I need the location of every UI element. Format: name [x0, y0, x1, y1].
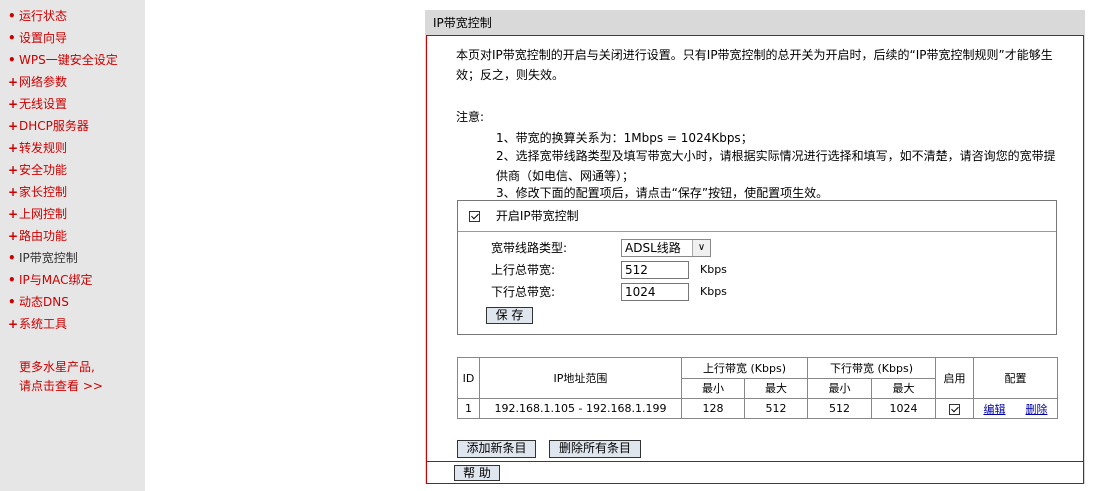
note-heading: 注意:: [456, 110, 485, 124]
cell-enable: [935, 398, 974, 419]
table-row: 1 192.168.1.105 - 192.168.1.199 128 512 …: [457, 398, 1058, 419]
download-bandwidth-input[interactable]: 1024: [621, 283, 689, 301]
download-label: 下行总带宽:: [491, 285, 556, 299]
cell-up-min: 128: [681, 398, 745, 419]
delete-all-button[interactable]: 删除所有条目: [549, 440, 641, 458]
sidebar-item-ddns[interactable]: • 动态DNS: [0, 291, 145, 313]
row-enable-checkbox[interactable]: [949, 403, 960, 415]
sidebar-item-ip-mac-binding[interactable]: • IP与MAC绑定: [0, 269, 145, 291]
sidebar-item-security[interactable]: +安全功能: [0, 159, 145, 181]
sidebar-item-parental[interactable]: +家长控制: [0, 181, 145, 203]
sidebar-item-wizard[interactable]: • 设置向导: [0, 27, 145, 49]
upload-bandwidth-input[interactable]: 512: [621, 261, 689, 279]
col-header-down-min: 最小: [807, 377, 872, 399]
cell-down-min: 512: [807, 398, 872, 419]
edit-link[interactable]: 编辑: [984, 403, 1006, 416]
col-header-up-min: 最小: [681, 377, 745, 399]
line-type-select[interactable]: ADSL线路 ∨: [621, 239, 711, 257]
upload-unit: Kbps: [700, 263, 727, 276]
sidebar-item-routing[interactable]: +路由功能: [0, 225, 145, 247]
col-header-config: 配置: [973, 357, 1058, 399]
sidebar-menu: • 运行状态 • 设置向导 • WPS一键安全设定 +网络参数 +无线设置 +DHCP…: [0, 0, 145, 335]
enable-checkbox[interactable]: [469, 211, 480, 222]
cell-id: 1: [457, 398, 480, 419]
enable-row: 开启IP带宽控制: [458, 201, 1056, 232]
bandwidth-rules-table: ID IP地址范围 上行带宽 (Kbps) 下行带宽 (Kbps) 启用 配置 …: [457, 357, 1058, 419]
panel-body: 本页对IP带宽控制的开启与关闭进行设置。只有IP带宽控制的总开关为开启时，后续的…: [426, 35, 1084, 461]
more-products-line1[interactable]: 更多水星产品,: [19, 358, 103, 377]
panel-title: IP带宽控制: [426, 11, 1084, 36]
more-products-link[interactable]: 更多水星产品, 请点击查看 >>: [19, 358, 103, 396]
sidebar-item-dhcp[interactable]: +DHCP服务器: [0, 115, 145, 137]
note-item: 1、带宽的换算关系为：1Mbps = 1024Kbps；: [496, 131, 753, 145]
intro-text: 本页对IP带宽控制的开启与关闭进行设置。只有IP带宽控制的总开关为开启时，后续的…: [456, 48, 1053, 82]
cell-up-max: 512: [744, 398, 808, 419]
line-type-value: ADSL线路: [625, 241, 681, 255]
add-entry-button[interactable]: 添加新条目: [457, 440, 536, 458]
sidebar-item-network[interactable]: +网络参数: [0, 71, 145, 93]
panel-footer: 帮 助: [426, 461, 1084, 484]
col-header-up-max: 最大: [744, 377, 808, 399]
col-header-enable: 启用: [935, 357, 974, 399]
col-header-down: 下行带宽 (Kbps): [807, 357, 936, 379]
ip-bandwidth-panel: IP带宽控制 本页对IP带宽控制的开启与关闭进行设置。只有IP带宽控制的总开关为…: [425, 10, 1085, 484]
note-item: 2、选择宽带线路类型及填写带宽大小时，请根据实际情况进行选择和填写，如不清楚，请…: [496, 149, 1056, 183]
sidebar-item-system-tools[interactable]: +系统工具: [0, 313, 145, 335]
sidebar-item-access-control[interactable]: +上网控制: [0, 203, 145, 225]
sidebar-item-wps[interactable]: • WPS一键安全设定: [0, 49, 145, 71]
line-type-label: 宽带线路类型:: [491, 241, 568, 255]
sidebar-item-forwarding[interactable]: +转发规则: [0, 137, 145, 159]
more-products-line2[interactable]: 请点击查看 >>: [19, 377, 103, 396]
col-header-range: IP地址范围: [479, 357, 682, 399]
col-header-up: 上行带宽 (Kbps): [681, 357, 808, 379]
help-button[interactable]: 帮 助: [454, 465, 500, 481]
upload-label: 上行总带宽:: [491, 263, 556, 277]
col-header-id: ID: [457, 357, 480, 399]
cell-range: 192.168.1.105 - 192.168.1.199: [479, 398, 682, 419]
settings-fields: 宽带线路类型: ADSL线路 ∨ 上行总带宽: 512 Kbps 下行总带宽: …: [458, 232, 1056, 336]
sidebar-item-wireless[interactable]: +无线设置: [0, 93, 145, 115]
settings-box: 开启IP带宽控制 宽带线路类型: ADSL线路 ∨ 上行总带宽: 512 Kbp…: [457, 200, 1057, 335]
download-unit: Kbps: [700, 285, 727, 298]
cell-down-max: 1024: [871, 398, 936, 419]
chevron-down-icon: ∨: [692, 240, 710, 256]
save-button[interactable]: 保 存: [486, 307, 533, 324]
sidebar: • 运行状态 • 设置向导 • WPS一键安全设定 +网络参数 +无线设置 +DHCP…: [0, 0, 145, 491]
cell-config: 编辑 删除: [973, 398, 1058, 419]
enable-label: 开启IP带宽控制: [495, 209, 579, 223]
col-header-down-max: 最大: [871, 377, 936, 399]
sidebar-item-ip-bandwidth[interactable]: • IP带宽控制: [0, 247, 145, 269]
delete-link[interactable]: 删除: [1026, 403, 1048, 416]
sidebar-item-status[interactable]: • 运行状态: [0, 5, 145, 27]
table-header-row: ID IP地址范围 上行带宽 (Kbps) 下行带宽 (Kbps) 启用 配置: [457, 357, 1058, 399]
